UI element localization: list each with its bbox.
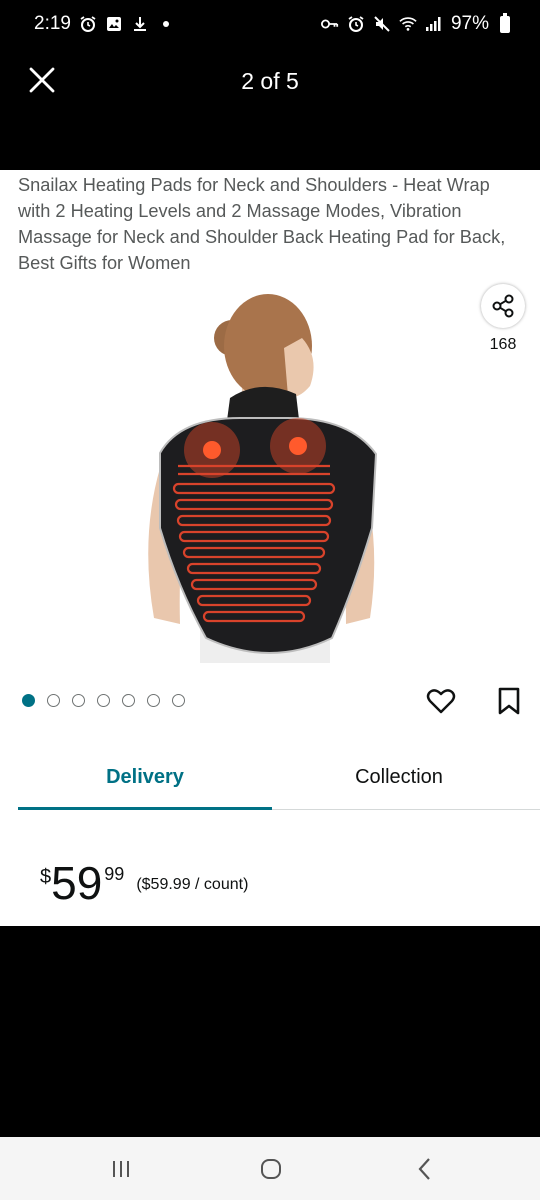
back-icon bbox=[418, 1158, 430, 1180]
price-fraction: 99 bbox=[104, 864, 125, 884]
tab-delivery[interactable]: Delivery bbox=[18, 750, 272, 810]
back-button[interactable] bbox=[410, 1155, 440, 1183]
price: $ 59 99 ($59.99 / count) bbox=[40, 860, 248, 906]
dot-icon bbox=[157, 15, 175, 33]
share-icon bbox=[492, 294, 514, 318]
product-detail-panel: Snailax Heating Pads for Neck and Should… bbox=[0, 170, 540, 926]
status-left: 2:19 bbox=[34, 13, 175, 35]
carousel-dot[interactable] bbox=[22, 694, 35, 707]
unit-price: ($59.99 / count) bbox=[136, 876, 249, 893]
status-time: 2:19 bbox=[34, 13, 71, 34]
viewer-header: 2 of 5 bbox=[0, 48, 540, 118]
carousel-dot[interactable] bbox=[47, 694, 60, 707]
price-whole: 59 bbox=[51, 857, 103, 909]
download-icon bbox=[131, 15, 149, 33]
home-icon bbox=[261, 1159, 281, 1179]
carousel-dot[interactable] bbox=[97, 694, 110, 707]
recent-apps-button[interactable] bbox=[106, 1155, 136, 1183]
image-carousel-dots bbox=[22, 694, 185, 707]
save-for-later-button[interactable] bbox=[496, 686, 522, 716]
image-icon bbox=[105, 15, 123, 33]
carousel-dot[interactable] bbox=[122, 694, 135, 707]
share-count: 168 bbox=[489, 336, 517, 353]
carousel-dot[interactable] bbox=[147, 694, 160, 707]
alarm-icon bbox=[347, 15, 365, 33]
home-button[interactable] bbox=[256, 1155, 286, 1183]
wifi-icon bbox=[399, 15, 417, 33]
key-icon bbox=[320, 15, 339, 33]
signal-icon bbox=[425, 15, 443, 33]
bookmark-icon bbox=[498, 687, 520, 715]
status-right: 97% bbox=[320, 12, 510, 35]
battery-icon bbox=[500, 12, 510, 33]
battery-percent: 97% bbox=[450, 13, 489, 34]
fulfillment-tabs: Delivery Collection bbox=[18, 750, 540, 810]
page-indicator: 2 of 5 bbox=[241, 68, 299, 94]
product-title: Snailax Heating Pads for Neck and Should… bbox=[18, 175, 506, 273]
carousel-dot[interactable] bbox=[72, 694, 85, 707]
status-bar: 2:19 97% bbox=[0, 0, 540, 48]
price-currency-symbol: $ bbox=[40, 866, 52, 888]
carousel-dot[interactable] bbox=[172, 694, 185, 707]
tab-collection[interactable]: Collection bbox=[272, 750, 526, 810]
system-nav-bar bbox=[0, 1137, 540, 1200]
recent-apps-icon bbox=[113, 1161, 129, 1177]
mute-icon bbox=[373, 15, 391, 33]
alarm-icon bbox=[79, 15, 97, 33]
share-button[interactable] bbox=[481, 284, 525, 328]
heart-icon bbox=[426, 689, 456, 714]
wishlist-button[interactable] bbox=[426, 686, 456, 716]
product-image[interactable] bbox=[120, 278, 400, 663]
